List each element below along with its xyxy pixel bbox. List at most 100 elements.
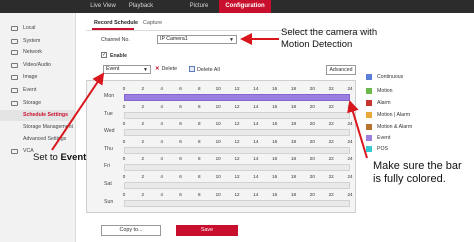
- network-icon: [11, 50, 18, 55]
- schedule-bar[interactable]: [124, 146, 350, 154]
- vca-icon: [11, 149, 18, 154]
- record-type-select[interactable]: Event ▼: [103, 65, 151, 74]
- hour-tick-label: 14: [253, 103, 259, 109]
- hour-tick-label: 10: [215, 121, 221, 127]
- hour-tick-label: 22: [328, 86, 334, 91]
- hour-tick-label: 8: [198, 138, 201, 144]
- channel-label: Channel No.: [101, 37, 130, 43]
- schedule-grid: Mon 0 2 4 6 8 10 12 14 16 18 20 22 24 Tue 0 2 4 6 8 10 12 14 16…: [86, 80, 356, 213]
- legend-label: Motion & Alarm: [377, 124, 413, 130]
- hour-tick-label: 8: [198, 156, 201, 162]
- hour-tick-label: 14: [253, 156, 259, 162]
- hour-ticks: 0 2 4 6 8 10 12 14 16 18 20 22 24: [122, 156, 354, 163]
- day-label: Sun: [104, 198, 114, 205]
- legend-swatch: [366, 88, 372, 94]
- hour-tick-label: 8: [198, 121, 201, 127]
- legend-swatch: [366, 100, 372, 106]
- sidebar-item-network[interactable]: Network: [0, 47, 76, 58]
- legend-label: Motion: [377, 88, 393, 94]
- hour-tick-label: 12: [234, 191, 240, 197]
- hour-tick-label: 2: [141, 121, 145, 127]
- legend-swatch: [366, 146, 372, 152]
- chevron-down-icon: ▼: [229, 37, 234, 43]
- hour-tick-label: 18: [290, 156, 297, 162]
- hour-tick-label: 14: [253, 121, 259, 127]
- nav-configuration[interactable]: Configuration: [219, 0, 271, 13]
- hour-tick-label: 6: [179, 156, 182, 162]
- sidebar-item-local[interactable]: Local: [0, 23, 76, 34]
- system-icon: [11, 39, 18, 44]
- copy-to-button[interactable]: Copy to...: [101, 225, 161, 236]
- sidebar-item-system[interactable]: System: [0, 36, 76, 47]
- schedule-bar[interactable]: [124, 129, 350, 137]
- hour-tick-label: 20: [309, 86, 315, 91]
- hour-tick-label: 20: [309, 138, 315, 144]
- day-label: Tue: [104, 110, 113, 117]
- hour-tick-label: 24: [347, 103, 353, 109]
- legend-swatch: [366, 124, 372, 130]
- hour-tick-label: 10: [215, 138, 221, 144]
- sidebar-item-video-audio[interactable]: Video/Audio: [0, 60, 76, 71]
- schedule-row: Fri 0 2 4 6 8 10 12 14 16 18 20 22 24: [87, 156, 355, 175]
- enable-checkbox[interactable]: ✓: [101, 52, 107, 58]
- hour-tick-label: 24: [347, 86, 353, 91]
- tab-capture[interactable]: Capture: [143, 18, 162, 29]
- nav-picture[interactable]: Picture: [183, 0, 215, 13]
- hour-ticks: 0 2 4 6 8 10 12 14 16 18 20 22 24: [123, 103, 354, 111]
- schedule-bar[interactable]: [124, 111, 350, 119]
- sidebar-item-event[interactable]: Event: [0, 85, 76, 96]
- sidebar-subitem-advanced-settings[interactable]: Advanced Settings: [0, 134, 76, 145]
- nav-playback[interactable]: Playback: [122, 0, 160, 13]
- day-label: Thu: [104, 145, 113, 152]
- hour-tick-label: 18: [290, 103, 297, 109]
- save-button[interactable]: Save: [176, 225, 238, 236]
- hour-tick-label: 0: [122, 156, 126, 162]
- hour-tick-label: 0: [122, 174, 126, 179]
- schedule-row: Sat 0 2 4 6 8 10 12 14 16 18 20 22 24: [87, 174, 355, 193]
- hour-tick-label: 16: [272, 174, 278, 179]
- image-icon: [11, 75, 18, 80]
- delete-icon: ✕: [155, 66, 160, 72]
- sidebar-item-image[interactable]: Image: [0, 72, 76, 83]
- hour-tick-label: 0: [122, 191, 126, 197]
- schedule-bar[interactable]: [124, 199, 350, 207]
- hour-tick-label: 2: [141, 86, 145, 91]
- hour-tick-label: 24: [347, 121, 353, 127]
- hour-tick-label: 12: [234, 138, 240, 144]
- monitor-icon: [11, 26, 18, 31]
- hour-tick-label: 24: [347, 191, 353, 197]
- sidebar-subitem-schedule-settings[interactable]: Schedule Settings: [0, 110, 76, 121]
- sidebar-item-storage[interactable]: Storage: [0, 98, 76, 109]
- hour-tick-label: 2: [141, 174, 145, 179]
- hour-tick-label: 6: [179, 121, 182, 127]
- hour-tick-label: 0: [122, 138, 126, 144]
- hour-tick-label: 18: [290, 121, 297, 127]
- hour-tick-label: 2: [141, 156, 145, 162]
- storage-icon: [11, 101, 18, 106]
- hour-ticks: 0 2 4 6 8 10 12 14 16 18 20 22 24: [122, 121, 354, 128]
- chevron-down-icon: ▼: [143, 67, 148, 73]
- sidebar-subitem-storage-management[interactable]: Storage Management: [0, 122, 76, 133]
- hour-tick-label: 8: [198, 174, 201, 179]
- hour-tick-label: 14: [253, 191, 259, 197]
- schedule-row: Mon 0 2 4 6 8 10 12 14 16 18 20 22 24: [87, 86, 355, 105]
- hour-tick-label: 6: [179, 191, 182, 197]
- hour-tick-label: 12: [234, 121, 240, 127]
- delete-all-button[interactable]: Delete All: [189, 66, 220, 73]
- hour-tick-label: 16: [272, 86, 278, 91]
- hour-tick-label: 16: [272, 138, 278, 144]
- schedule-bar[interactable]: [124, 164, 350, 172]
- hour-tick-label: 20: [309, 174, 315, 179]
- day-label: Fri: [104, 163, 111, 170]
- schedule-bar[interactable]: [124, 182, 350, 189]
- hour-tick-label: 12: [234, 103, 240, 109]
- advanced-button[interactable]: Advanced: [326, 65, 356, 75]
- legend-label: Motion | Alarm: [377, 112, 411, 118]
- annotation-set-event: Set to Event: [33, 152, 87, 163]
- delete-button[interactable]: ✕ Delete: [155, 66, 177, 72]
- schedule-bar[interactable]: [124, 94, 350, 101]
- hour-tick-label: 0: [122, 121, 126, 127]
- hour-tick-label: 4: [160, 156, 163, 162]
- nav-live-view[interactable]: Live View: [83, 0, 123, 13]
- channel-select[interactable]: IP Camera1 ▼: [157, 35, 237, 44]
